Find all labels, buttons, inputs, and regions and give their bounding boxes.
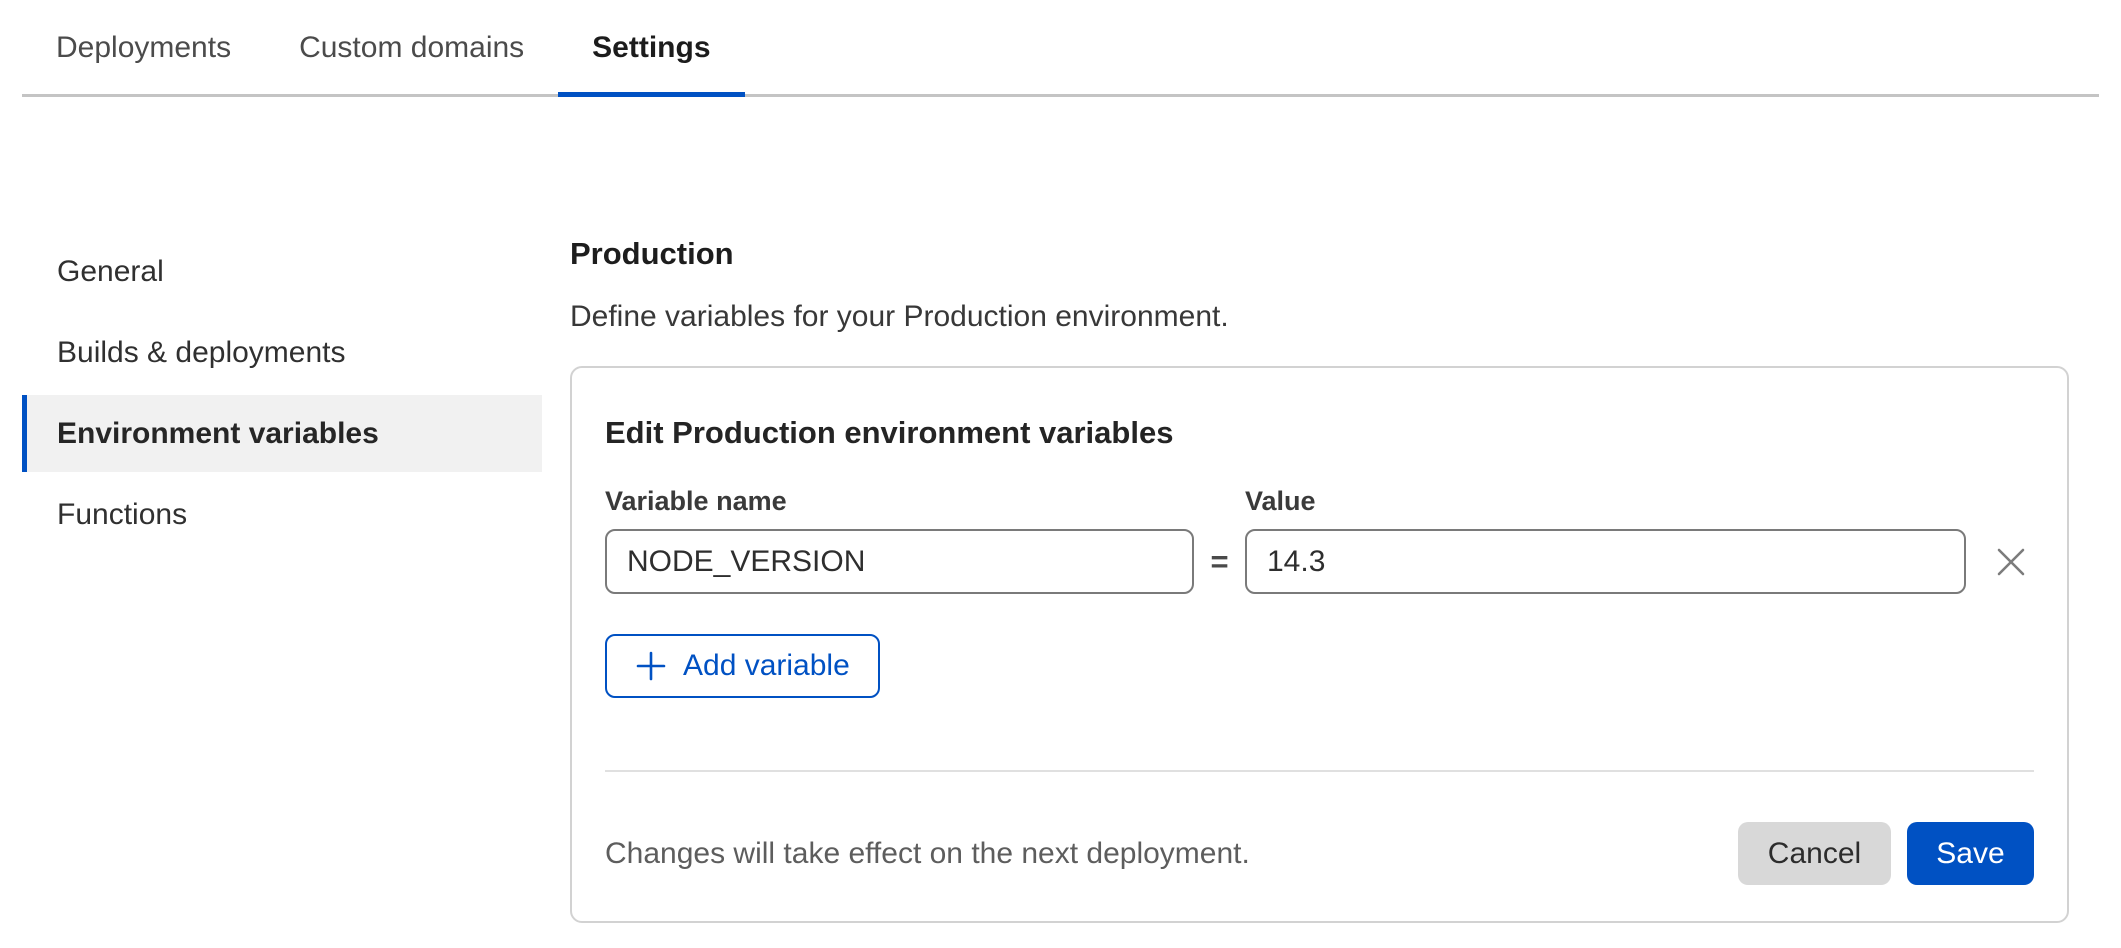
tab-settings[interactable]: Settings — [558, 24, 744, 94]
equals-sign: = — [1194, 529, 1245, 594]
variable-row: Variable name = Value — [605, 486, 2034, 594]
save-button[interactable]: Save — [1907, 822, 2034, 885]
plus-icon — [635, 650, 667, 682]
page-title: Production — [570, 235, 2069, 273]
card-footer: Changes will take effect on the next dep… — [605, 822, 2034, 885]
card-title: Edit Production environment variables — [605, 414, 2034, 452]
sidebar-item-functions[interactable]: Functions — [22, 476, 542, 553]
remove-variable-button[interactable] — [1988, 529, 2034, 594]
settings-layout: General Builds & deployments Environment… — [0, 97, 2121, 923]
tab-custom-domains[interactable]: Custom domains — [265, 24, 558, 94]
card-divider — [605, 770, 2034, 772]
add-variable-button[interactable]: Add variable — [605, 634, 880, 698]
add-variable-label: Add variable — [683, 649, 850, 683]
environment-variables-card: Edit Production environment variables Va… — [570, 366, 2069, 923]
main-content: Production Define variables for your Pro… — [570, 233, 2069, 923]
value-input[interactable] — [1245, 529, 1966, 594]
x-icon — [1994, 545, 2028, 579]
value-label: Value — [1245, 486, 1966, 517]
tab-deployments[interactable]: Deployments — [22, 24, 265, 94]
settings-sidebar: General Builds & deployments Environment… — [0, 233, 542, 557]
value-field-group: Value — [1245, 486, 1966, 594]
sidebar-item-builds-deployments[interactable]: Builds & deployments — [22, 314, 542, 391]
tab-bar: Deployments Custom domains Settings — [22, 0, 2099, 97]
variable-name-input[interactable] — [605, 529, 1194, 594]
sidebar-item-environment-variables[interactable]: Environment variables — [22, 395, 542, 472]
footer-note: Changes will take effect on the next dep… — [605, 837, 1250, 871]
page-description: Define variables for your Production env… — [570, 299, 2069, 334]
cancel-button[interactable]: Cancel — [1738, 822, 1891, 885]
variable-name-field-group: Variable name — [605, 486, 1194, 594]
variable-name-label: Variable name — [605, 486, 1194, 517]
sidebar-item-general[interactable]: General — [22, 233, 542, 310]
